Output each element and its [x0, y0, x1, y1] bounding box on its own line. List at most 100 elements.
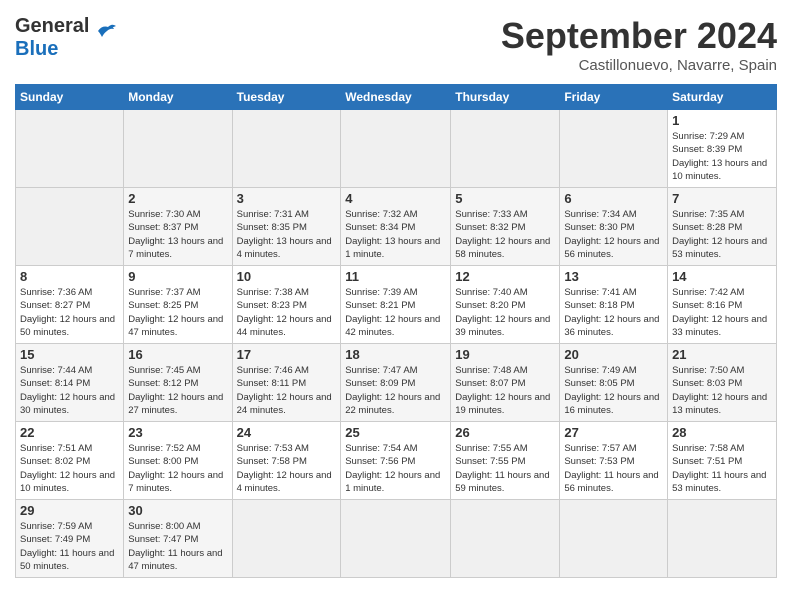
day-number: 10 [237, 269, 337, 284]
day-number: 1 [672, 113, 772, 128]
calendar-week-6: 29 Sunrise: 7:59 AMSunset: 7:49 PMDaylig… [16, 500, 777, 578]
day-info: Sunrise: 7:40 AMSunset: 8:20 PMDaylight:… [455, 287, 550, 338]
logo: General Blue [15, 15, 116, 61]
calendar-cell: 2 Sunrise: 7:30 AMSunset: 8:37 PMDayligh… [124, 188, 232, 266]
day-info: Sunrise: 7:57 AMSunset: 7:53 PMDaylight:… [564, 443, 658, 494]
title-block: September 2024 Castillonuevo, Navarre, S… [501, 15, 777, 74]
calendar-week-2: 2 Sunrise: 7:30 AMSunset: 8:37 PMDayligh… [16, 188, 777, 266]
calendar-week-4: 15 Sunrise: 7:44 AMSunset: 8:14 PMDaylig… [16, 344, 777, 422]
day-info: Sunrise: 7:31 AMSunset: 8:35 PMDaylight:… [237, 209, 332, 260]
day-number: 7 [672, 191, 772, 206]
day-number: 11 [345, 269, 446, 284]
calendar-cell: 23 Sunrise: 7:52 AMSunset: 8:00 PMDaylig… [124, 422, 232, 500]
day-info: Sunrise: 7:33 AMSunset: 8:32 PMDaylight:… [455, 209, 550, 260]
day-number: 29 [20, 503, 119, 518]
calendar-week-1: 1 Sunrise: 7:29 AMSunset: 8:39 PMDayligh… [16, 110, 777, 188]
day-number: 25 [345, 425, 446, 440]
day-number: 24 [237, 425, 337, 440]
day-info: Sunrise: 7:52 AMSunset: 8:00 PMDaylight:… [128, 443, 223, 494]
column-header-wednesday: Wednesday [341, 85, 451, 110]
day-info: Sunrise: 7:32 AMSunset: 8:34 PMDaylight:… [345, 209, 440, 260]
calendar-cell [124, 110, 232, 188]
calendar-cell [451, 500, 560, 578]
day-number: 14 [672, 269, 772, 284]
calendar-cell: 15 Sunrise: 7:44 AMSunset: 8:14 PMDaylig… [16, 344, 124, 422]
day-number: 8 [20, 269, 119, 284]
calendar-cell: 16 Sunrise: 7:45 AMSunset: 8:12 PMDaylig… [124, 344, 232, 422]
calendar-cell: 28 Sunrise: 7:58 AMSunset: 7:51 PMDaylig… [668, 422, 777, 500]
day-info: Sunrise: 7:48 AMSunset: 8:07 PMDaylight:… [455, 365, 550, 416]
calendar-cell: 7 Sunrise: 7:35 AMSunset: 8:28 PMDayligh… [668, 188, 777, 266]
calendar-cell: 3 Sunrise: 7:31 AMSunset: 8:35 PMDayligh… [232, 188, 341, 266]
calendar-cell [16, 110, 124, 188]
day-info: Sunrise: 7:55 AMSunset: 7:55 PMDaylight:… [455, 443, 549, 494]
calendar-cell: 11 Sunrise: 7:39 AMSunset: 8:21 PMDaylig… [341, 266, 451, 344]
day-info: Sunrise: 7:39 AMSunset: 8:21 PMDaylight:… [345, 287, 440, 338]
day-number: 2 [128, 191, 227, 206]
calendar-cell [560, 500, 668, 578]
calendar-cell: 5 Sunrise: 7:33 AMSunset: 8:32 PMDayligh… [451, 188, 560, 266]
calendar-cell: 9 Sunrise: 7:37 AMSunset: 8:25 PMDayligh… [124, 266, 232, 344]
header: General Blue September 2024 Castillonuev… [15, 15, 777, 74]
logo-general: General [15, 15, 89, 37]
column-header-sunday: Sunday [16, 85, 124, 110]
day-info: Sunrise: 7:59 AMSunset: 7:49 PMDaylight:… [20, 521, 114, 572]
day-info: Sunrise: 7:49 AMSunset: 8:05 PMDaylight:… [564, 365, 659, 416]
day-number: 17 [237, 347, 337, 362]
day-number: 28 [672, 425, 772, 440]
day-info: Sunrise: 7:50 AMSunset: 8:03 PMDaylight:… [672, 365, 767, 416]
calendar-cell: 21 Sunrise: 7:50 AMSunset: 8:03 PMDaylig… [668, 344, 777, 422]
day-info: Sunrise: 7:29 AMSunset: 8:39 PMDaylight:… [672, 131, 767, 182]
calendar-cell: 27 Sunrise: 7:57 AMSunset: 7:53 PMDaylig… [560, 422, 668, 500]
column-header-friday: Friday [560, 85, 668, 110]
location-title: Castillonuevo, Navarre, Spain [501, 57, 777, 74]
calendar-week-3: 8 Sunrise: 7:36 AMSunset: 8:27 PMDayligh… [16, 266, 777, 344]
calendar-cell: 17 Sunrise: 7:46 AMSunset: 8:11 PMDaylig… [232, 344, 341, 422]
day-number: 23 [128, 425, 227, 440]
day-number: 15 [20, 347, 119, 362]
day-info: Sunrise: 7:36 AMSunset: 8:27 PMDaylight:… [20, 287, 115, 338]
month-title: September 2024 [501, 15, 777, 57]
calendar-cell: 18 Sunrise: 7:47 AMSunset: 8:09 PMDaylig… [341, 344, 451, 422]
calendar-cell: 8 Sunrise: 7:36 AMSunset: 8:27 PMDayligh… [16, 266, 124, 344]
calendar-cell: 12 Sunrise: 7:40 AMSunset: 8:20 PMDaylig… [451, 266, 560, 344]
day-info: Sunrise: 7:30 AMSunset: 8:37 PMDaylight:… [128, 209, 223, 260]
calendar-cell [560, 110, 668, 188]
calendar-cell: 22 Sunrise: 7:51 AMSunset: 8:02 PMDaylig… [16, 422, 124, 500]
calendar-cell: 13 Sunrise: 7:41 AMSunset: 8:18 PMDaylig… [560, 266, 668, 344]
day-info: Sunrise: 7:54 AMSunset: 7:56 PMDaylight:… [345, 443, 440, 494]
day-number: 9 [128, 269, 227, 284]
column-header-thursday: Thursday [451, 85, 560, 110]
calendar-table: SundayMondayTuesdayWednesdayThursdayFrid… [15, 84, 777, 578]
logo-text: General Blue [15, 15, 89, 61]
calendar-cell [232, 500, 341, 578]
day-info: Sunrise: 7:46 AMSunset: 8:11 PMDaylight:… [237, 365, 332, 416]
logo-blue: Blue [15, 38, 58, 60]
day-number: 12 [455, 269, 555, 284]
calendar-cell: 26 Sunrise: 7:55 AMSunset: 7:55 PMDaylig… [451, 422, 560, 500]
calendar-cell: 20 Sunrise: 7:49 AMSunset: 8:05 PMDaylig… [560, 344, 668, 422]
calendar-cell [232, 110, 341, 188]
day-info: Sunrise: 7:42 AMSunset: 8:16 PMDaylight:… [672, 287, 767, 338]
day-info: Sunrise: 8:00 AMSunset: 7:47 PMDaylight:… [128, 521, 222, 572]
calendar-cell [16, 188, 124, 266]
day-number: 16 [128, 347, 227, 362]
calendar-cell: 30 Sunrise: 8:00 AMSunset: 7:47 PMDaylig… [124, 500, 232, 578]
day-number: 18 [345, 347, 446, 362]
calendar-cell [668, 500, 777, 578]
day-info: Sunrise: 7:34 AMSunset: 8:30 PMDaylight:… [564, 209, 659, 260]
calendar-cell: 6 Sunrise: 7:34 AMSunset: 8:30 PMDayligh… [560, 188, 668, 266]
day-number: 20 [564, 347, 663, 362]
day-info: Sunrise: 7:51 AMSunset: 8:02 PMDaylight:… [20, 443, 115, 494]
calendar-header-row: SundayMondayTuesdayWednesdayThursdayFrid… [16, 85, 777, 110]
day-number: 22 [20, 425, 119, 440]
day-number: 13 [564, 269, 663, 284]
day-number: 30 [128, 503, 227, 518]
calendar-cell: 19 Sunrise: 7:48 AMSunset: 8:07 PMDaylig… [451, 344, 560, 422]
day-info: Sunrise: 7:41 AMSunset: 8:18 PMDaylight:… [564, 287, 659, 338]
calendar-cell: 29 Sunrise: 7:59 AMSunset: 7:49 PMDaylig… [16, 500, 124, 578]
day-number: 3 [237, 191, 337, 206]
day-info: Sunrise: 7:35 AMSunset: 8:28 PMDaylight:… [672, 209, 767, 260]
day-info: Sunrise: 7:45 AMSunset: 8:12 PMDaylight:… [128, 365, 223, 416]
logo-bird-icon [94, 23, 116, 45]
